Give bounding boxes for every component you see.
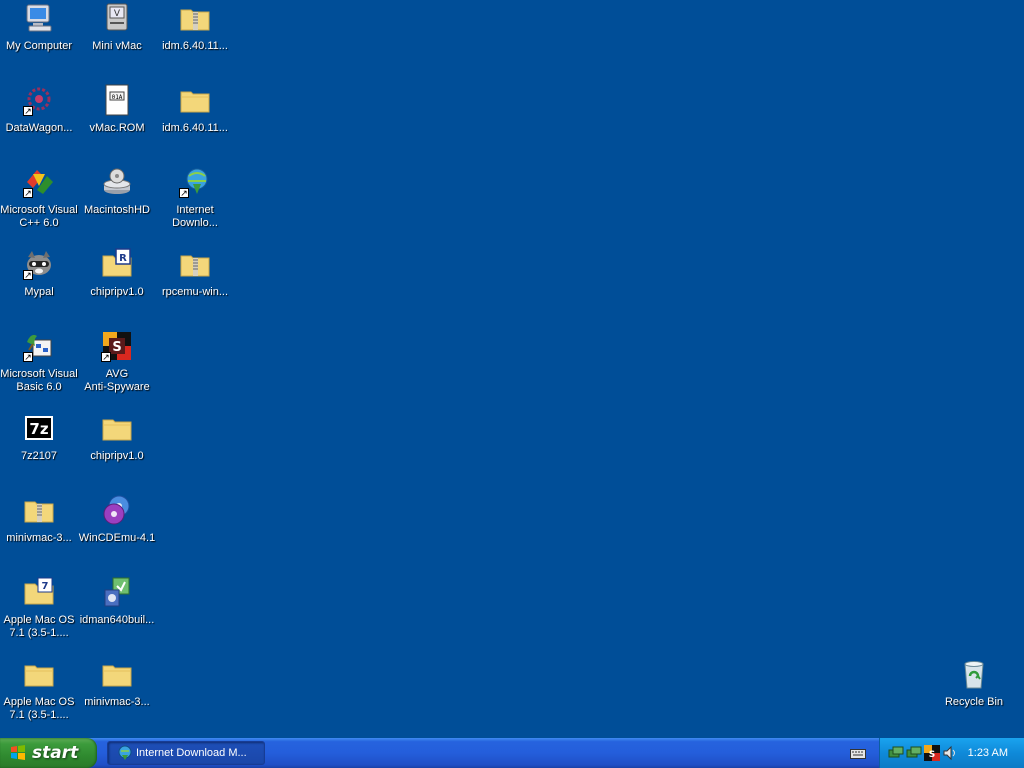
rom-file-icon: 01A [101,84,133,116]
start-button[interactable]: start [0,738,97,768]
mac-app-icon: V [101,2,133,34]
desktop-icon-label: Microsoft Visual C++ 6.0 [0,204,78,229]
desktop-icon-label: DataWagon... [5,122,73,134]
desktop-icon-wincdemu[interactable]: WinCDEmu-4.1 [78,494,156,568]
system-tray: S 1:23 AM [879,738,1024,768]
desktop-icon-rpcemu-zip[interactable]: rpcemu-win... [156,248,234,322]
zip-folder-icon [179,248,211,280]
7zip-icon: 7z [23,412,55,444]
disk-drive-icon [101,166,133,198]
folder-icon [101,412,133,444]
desktop-icon-label: idm.6.40.11... [162,122,228,134]
desktop-icon-label: idman640buil... [79,614,155,626]
svg-text:7: 7 [42,581,49,592]
visual-cpp-icon: ↗ [23,166,55,198]
clock[interactable]: 1:23 AM [968,747,1008,759]
desktop-icon-label: Recycle Bin [944,696,1004,708]
7z-folder-icon: 7 [23,576,55,608]
installer-icon [101,576,133,608]
zip-folder-icon [179,2,211,34]
desktop-icon-idm-folder[interactable]: idm.6.40.11... [156,84,234,158]
desktop-icon-datawagon[interactable]: ↗ DataWagon... [0,84,78,158]
datawagon-icon: ↗ [23,84,55,116]
taskbar-button-label: Internet Download M... [136,747,247,759]
desktop-icon-label: idm.6.40.11... [162,40,228,52]
desktop-icon-label: MacintoshHD [83,204,151,216]
desktop-icon-my-computer[interactable]: My Computer [0,2,78,76]
start-label: start [32,743,79,763]
network-icon[interactable] [906,745,922,761]
desktop-icon-label: My Computer [5,40,73,52]
svg-text:S: S [929,750,935,760]
desktop-icon-chipripv1-rar[interactable]: R chipripv1.0 [78,248,156,322]
keyboard-icon[interactable] [850,747,866,759]
desktop-icon-label: Apple Mac OS 7.1 (3.5-1.... [3,696,75,721]
desktop-icon-visual-basic[interactable]: ↗ Microsoft Visual Basic 6.0 [0,330,78,404]
desktop-icon-label: chipripv1.0 [90,286,144,298]
desktop-icon-visual-cpp[interactable]: ↗ Microsoft Visual C++ 6.0 [0,166,78,240]
desktop-icon-label: Internet Downlo... [172,204,218,229]
desktop-icon-label: minivmac-3... [84,696,150,708]
shortcut-arrow-icon: ↗ [101,352,111,362]
volume-icon[interactable] [942,745,958,761]
visual-basic-icon: ↗ [23,330,55,362]
shortcut-arrow-icon: ↗ [23,106,33,116]
desktop-icon-label: AVG Anti-Spyware [84,368,150,393]
folder-icon [23,658,55,690]
wincdemu-icon [101,494,133,526]
desktop-icon-label: Mypal [24,286,54,298]
shortcut-arrow-icon: ↗ [23,352,33,362]
svg-text:S: S [112,340,121,355]
desktop-icon-label: 7z2107 [20,450,58,462]
zip-folder-icon [23,494,55,526]
desktop-icon-mypal[interactable]: ↗ Mypal [0,248,78,322]
desktop-icon-recycle-bin[interactable]: Recycle Bin [935,658,1013,732]
desktop-icon-label: chipripv1.0 [90,450,144,462]
desktop-icon-label: vMac.ROM [89,122,145,134]
antispyware-icon[interactable]: S [924,745,940,761]
desktop-icon-mini-vmac[interactable]: V Mini vMac [78,2,156,76]
desktop-icon-apple-mac-os-7z[interactable]: 7 Apple Mac OS 7.1 (3.5-1.... [0,576,78,650]
desktop-icon-label: Microsoft Visual Basic 6.0 [0,368,78,393]
idm-icon: ↗ [179,166,211,198]
desktop-icon-minivmac-folder[interactable]: minivmac-3... [78,658,156,732]
svg-text:R: R [119,253,127,264]
network-icon[interactable] [888,745,904,761]
desktop-icon-label: rpcemu-win... [161,286,229,298]
desktop-icon-internet-download-manager[interactable]: ↗ Internet Downlo... [156,166,234,240]
taskbar: start Internet Download M... S 1:23 AM [0,738,1024,768]
desktop-icon-macintoshhd[interactable]: MacintoshHD [78,166,156,240]
desktop-icon-7z2107[interactable]: 7z 7z2107 [0,412,78,486]
desktop-icon-label: minivmac-3... [6,532,72,544]
desktop-icon-avg-antispyware[interactable]: S ↗ AVG Anti-Spyware [78,330,156,404]
computer-icon [23,2,55,34]
desktop-icon-idman640build[interactable]: idman640buil... [78,576,156,650]
desktop-icon-label: WinCDEmu-4.1 [78,532,156,544]
mypal-raccoon-icon: ↗ [23,248,55,280]
folder-icon [179,84,211,116]
avg-antispyware-icon: S ↗ [101,330,133,362]
svg-text:01A: 01A [112,94,123,101]
desktop-icon-label: Mini vMac [92,40,142,52]
desktop-icon-minivmac-zip[interactable]: minivmac-3... [0,494,78,568]
shortcut-arrow-icon: ↗ [23,270,33,280]
windows-logo-icon [10,745,26,761]
idm-icon [116,745,132,761]
rar-folder-icon: R [101,248,133,280]
svg-text:7z: 7z [29,420,48,438]
desktop-icon-label: Apple Mac OS 7.1 (3.5-1.... [3,614,75,639]
taskbar-button-internet-download-manager[interactable]: Internet Download M... [107,741,265,765]
folder-icon [101,658,133,690]
desktop-icon-chipripv1-folder[interactable]: chipripv1.0 [78,412,156,486]
desktop-icon-idm-zip[interactable]: idm.6.40.11... [156,2,234,76]
shortcut-arrow-icon: ↗ [179,188,189,198]
shortcut-arrow-icon: ↗ [23,188,33,198]
recycle-bin-icon [958,658,990,690]
desktop-icon-vmac-rom[interactable]: 01A vMac.ROM [78,84,156,158]
desktop: My Computer ↗ DataWagon... ↗ Microsoft V… [0,0,1024,738]
svg-text:V: V [114,9,121,19]
desktop-icon-apple-mac-os-folder[interactable]: Apple Mac OS 7.1 (3.5-1.... [0,658,78,732]
